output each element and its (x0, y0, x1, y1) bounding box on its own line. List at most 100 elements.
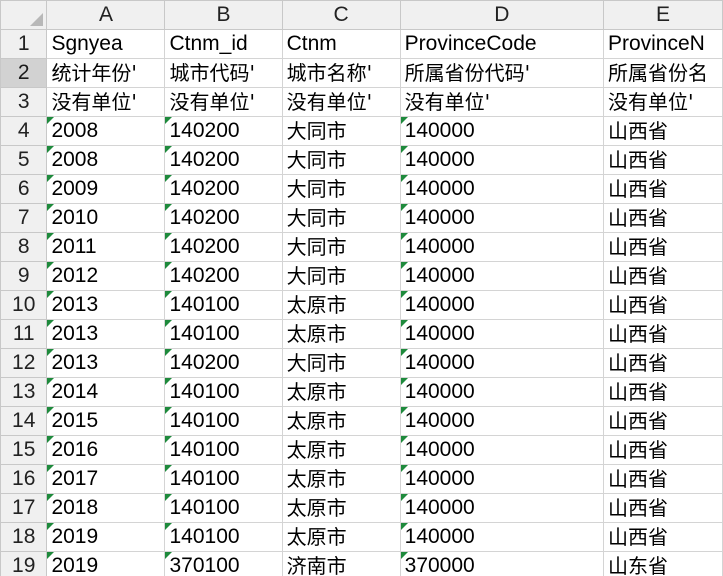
cell-e[interactable]: 山西省 (602, 406, 723, 436)
cell-a[interactable]: 2008 (46, 145, 166, 175)
cell-b[interactable]: 140200 (164, 348, 283, 378)
cell-e[interactable]: 山西省 (602, 348, 723, 378)
cell-b[interactable]: 没有单位' (164, 87, 283, 117)
cell-e[interactable]: 山西省 (602, 493, 723, 523)
row-header[interactable]: 19 (0, 551, 48, 576)
cell-a[interactable]: 没有单位' (46, 87, 166, 117)
row-header[interactable]: 13 (0, 377, 48, 407)
cell-e[interactable]: 山西省 (602, 261, 723, 291)
cell-d[interactable]: 140000 (399, 493, 604, 523)
cell-a[interactable]: Sgnyea (46, 29, 166, 59)
cell-a[interactable]: 2011 (46, 232, 166, 262)
row-header[interactable]: 15 (0, 435, 48, 465)
cell-a[interactable]: 2019 (46, 551, 166, 576)
cell-c[interactable]: 大同市 (281, 232, 401, 262)
cell-b[interactable]: 140200 (164, 116, 283, 146)
cell-d[interactable]: 140000 (399, 464, 604, 494)
cell-d[interactable]: 所属省份代码' (399, 58, 604, 88)
cell-c[interactable]: 大同市 (281, 348, 401, 378)
cell-b[interactable]: Ctnm_id (164, 29, 283, 59)
cell-b[interactable]: 140200 (164, 145, 283, 175)
select-all-corner[interactable] (0, 0, 48, 30)
cell-a[interactable]: 2016 (46, 435, 166, 465)
cell-c[interactable]: 太原市 (281, 522, 401, 552)
cell-a[interactable]: 2015 (46, 406, 166, 436)
cell-c[interactable]: 大同市 (281, 116, 401, 146)
row-header[interactable]: 3 (0, 87, 48, 117)
cell-b[interactable]: 140200 (164, 232, 283, 262)
cell-b[interactable]: 城市代码' (164, 58, 283, 88)
cell-e[interactable]: 山西省 (602, 232, 723, 262)
cell-d[interactable]: 140000 (399, 145, 604, 175)
row-header[interactable]: 6 (0, 174, 48, 204)
cell-c[interactable]: 太原市 (281, 464, 401, 494)
cell-c[interactable]: 城市名称' (281, 58, 401, 88)
cell-d[interactable]: 140000 (399, 116, 604, 146)
cell-a[interactable]: 2008 (46, 116, 166, 146)
cell-d[interactable]: 140000 (399, 522, 604, 552)
cell-a[interactable]: 2009 (46, 174, 166, 204)
column-header-c[interactable]: C (281, 0, 401, 30)
cell-c[interactable]: 太原市 (281, 290, 401, 320)
cell-b[interactable]: 140100 (164, 406, 283, 436)
cell-c[interactable]: 大同市 (281, 174, 401, 204)
cell-a[interactable]: 2014 (46, 377, 166, 407)
cell-c[interactable]: 太原市 (281, 319, 401, 349)
cell-d[interactable]: 140000 (399, 377, 604, 407)
cell-c[interactable]: 济南市 (281, 551, 401, 576)
cell-d[interactable]: 140000 (399, 348, 604, 378)
cell-d[interactable]: 140000 (399, 203, 604, 233)
cell-b[interactable]: 140100 (164, 464, 283, 494)
cell-a[interactable]: 2017 (46, 464, 166, 494)
cell-b[interactable]: 140100 (164, 522, 283, 552)
cell-d[interactable]: 140000 (399, 290, 604, 320)
column-header-b[interactable]: B (164, 0, 283, 30)
cell-d[interactable]: 没有单位' (399, 87, 604, 117)
row-header[interactable]: 17 (0, 493, 48, 523)
cell-b[interactable]: 140100 (164, 377, 283, 407)
row-header[interactable]: 12 (0, 348, 48, 378)
cell-d[interactable]: 140000 (399, 232, 604, 262)
row-header[interactable]: 16 (0, 464, 48, 494)
cell-a[interactable]: 2010 (46, 203, 166, 233)
cell-d[interactable]: ProvinceCode (399, 29, 604, 59)
row-header[interactable]: 14 (0, 406, 48, 436)
column-header-a[interactable]: A (46, 0, 166, 30)
row-header[interactable]: 8 (0, 232, 48, 262)
cell-c[interactable]: Ctnm (281, 29, 401, 59)
row-header[interactable]: 2 (0, 58, 48, 88)
row-header[interactable]: 4 (0, 116, 48, 146)
row-header[interactable]: 5 (0, 145, 48, 175)
column-header-d[interactable]: D (399, 0, 604, 30)
cell-b[interactable]: 140100 (164, 435, 283, 465)
cell-b[interactable]: 140100 (164, 493, 283, 523)
row-header[interactable]: 7 (0, 203, 48, 233)
cell-e[interactable]: 山西省 (602, 116, 723, 146)
cell-b[interactable]: 370100 (164, 551, 283, 576)
cell-e[interactable]: 山西省 (602, 435, 723, 465)
cell-e[interactable]: ProvinceN (602, 29, 723, 59)
cell-a[interactable]: 2012 (46, 261, 166, 291)
row-header[interactable]: 18 (0, 522, 48, 552)
cell-a[interactable]: 2018 (46, 493, 166, 523)
cell-e[interactable]: 山西省 (602, 464, 723, 494)
cell-c[interactable]: 大同市 (281, 145, 401, 175)
cell-c[interactable]: 太原市 (281, 377, 401, 407)
cell-e[interactable]: 山西省 (602, 290, 723, 320)
cell-b[interactable]: 140200 (164, 203, 283, 233)
cell-e[interactable]: 山西省 (602, 522, 723, 552)
cell-e[interactable]: 所属省份名 (602, 58, 723, 88)
row-header[interactable]: 1 (0, 29, 48, 59)
cell-e[interactable]: 山西省 (602, 203, 723, 233)
cell-e[interactable]: 山西省 (602, 174, 723, 204)
cell-a[interactable]: 2013 (46, 348, 166, 378)
cell-b[interactable]: 140100 (164, 290, 283, 320)
cell-d[interactable]: 140000 (399, 435, 604, 465)
cell-e[interactable]: 没有单位' (602, 87, 723, 117)
cell-d[interactable]: 370000 (399, 551, 604, 576)
cell-c[interactable]: 没有单位' (281, 87, 401, 117)
cell-a[interactable]: 2019 (46, 522, 166, 552)
cell-d[interactable]: 140000 (399, 261, 604, 291)
cell-c[interactable]: 太原市 (281, 493, 401, 523)
cell-e[interactable]: 山西省 (602, 145, 723, 175)
